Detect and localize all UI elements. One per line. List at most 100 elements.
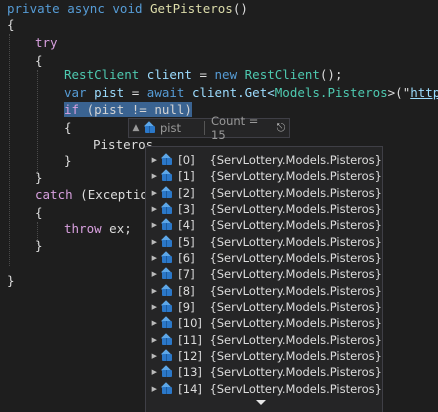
object-cube-icon — [160, 202, 172, 216]
datatip-row[interactable]: ▶ [6] {ServLottery.Models.Pisteros} — [146, 250, 382, 266]
chevron-right-icon[interactable]: ▶ — [149, 283, 160, 299]
brace: } — [7, 273, 15, 288]
item-index: [3] — [178, 201, 195, 216]
code-line-if: if (pist != null) — [64, 101, 192, 119]
code-line-open-brace-if: { — [64, 119, 72, 137]
object-cube-icon — [160, 169, 172, 183]
datatip-row[interactable]: ▶ [12] {ServLottery.Models.Pisteros} — [146, 348, 382, 364]
item-value: {ServLottery.Models.Pisteros} — [209, 201, 382, 216]
datatip-row[interactable]: ▶ [10] {ServLottery.Models.Pisteros} — [146, 315, 382, 331]
item-index: [0] — [178, 153, 195, 167]
catch-rest: (Exceptio — [72, 187, 148, 202]
object-cube-icon — [160, 316, 172, 330]
code-tail: (); — [319, 67, 343, 82]
code-line-open-brace: { — [7, 16, 15, 34]
object-cube-icon — [160, 234, 172, 249]
datatip-row[interactable]: ▶ [5] {ServLottery.Models.Pisteros} — [146, 234, 382, 250]
item-value: {ServLottery.Models.Pisteros} — [209, 185, 382, 200]
url-string[interactable]: https: — [410, 85, 438, 100]
item-index: [9] — [178, 299, 195, 314]
chevron-right-icon[interactable]: ▶ — [149, 266, 160, 282]
chevron-right-icon[interactable]: ▶ — [149, 152, 160, 168]
chevron-right-icon[interactable]: ▶ — [149, 299, 160, 315]
datatip-row[interactable]: ▶ [0] {ServLottery.Models.Pisteros} — [146, 152, 382, 168]
generic-type: Models.Pisteros — [274, 85, 388, 100]
if-condition[interactable]: (pist != null) — [79, 102, 192, 117]
throw-rest: ex; — [101, 221, 132, 236]
chevron-right-icon[interactable]: ▶ — [149, 315, 160, 331]
item-index: [12] — [178, 348, 202, 363]
item-value: {ServLottery.Models.Pisteros} — [209, 234, 382, 249]
keyword-catch: catch — [35, 187, 73, 202]
datatip-row[interactable]: ▶ [13] {ServLottery.Models.Pisteros} — [146, 364, 382, 380]
method-name: GetPisteros — [150, 1, 233, 16]
item-index: [13] — [178, 365, 202, 380]
chevron-right-icon[interactable]: ▶ — [149, 217, 160, 233]
keyword-var: var — [64, 85, 87, 100]
object-cube-icon — [160, 332, 172, 347]
object-cube-icon — [160, 365, 172, 379]
item-value: {ServLottery.Models.Pisteros} — [209, 365, 382, 380]
method-parens: () — [232, 1, 248, 16]
code-line-try: try — [35, 34, 58, 52]
pin-icon[interactable]: ⎋ — [273, 121, 289, 135]
code-line-open-brace-catch: { — [35, 204, 43, 222]
object-cube-icon — [160, 267, 172, 281]
client-get-call: client.Get< — [191, 85, 275, 100]
chevron-right-icon[interactable]: ▶ — [149, 185, 160, 201]
chevron-right-icon[interactable]: ▶ — [149, 234, 160, 250]
expand-toggle-icon[interactable]: ▲ — [129, 123, 143, 133]
item-index: [5] — [178, 234, 195, 249]
brace: { — [35, 53, 43, 68]
brace: { — [7, 17, 15, 32]
chevron-right-icon[interactable]: ▶ — [149, 348, 160, 364]
keyword-if: if — [64, 102, 80, 117]
keyword-void: void — [112, 1, 143, 16]
code-line-restclient: RestClient client = new RestClient(); — [64, 66, 342, 84]
code-line-throw: throw ex; — [64, 220, 132, 238]
chevron-right-icon[interactable]: ▶ — [149, 201, 160, 217]
variable-pist[interactable]: pist — [94, 85, 124, 100]
item-index: [4] — [178, 218, 195, 233]
item-index: [10] — [178, 316, 202, 331]
datatip-row[interactable]: ▶ [4] {ServLottery.Models.Pisteros} — [146, 217, 382, 233]
chevron-right-icon[interactable]: ▶ — [149, 364, 160, 380]
datatip-row[interactable]: ▶ [1] {ServLottery.Models.Pisteros} — [146, 168, 382, 184]
keyword-throw: throw — [64, 221, 102, 236]
item-index: [14] — [178, 381, 202, 396]
datatip-items-list[interactable]: ▶ [0] {ServLottery.Models.Pisteros} ▶ [1] {Se… — [145, 146, 383, 412]
separator — [204, 121, 205, 135]
object-cube-icon — [160, 251, 172, 265]
brace: { — [64, 120, 72, 135]
item-index: [2] — [178, 185, 195, 200]
item-value: {ServLottery.Models.Pisteros} — [209, 250, 382, 265]
datatip-row[interactable]: ▶ [7] {ServLottery.Models.Pisteros} — [146, 266, 382, 282]
chevron-right-icon[interactable]: ▶ — [149, 250, 160, 266]
type-restclient: RestClient — [64, 67, 140, 82]
scroll-down-arrow-icon[interactable] — [256, 400, 266, 405]
chevron-right-icon[interactable]: ▶ — [149, 168, 160, 184]
datatip-row[interactable]: ▶ [3] {ServLottery.Models.Pisteros} — [146, 201, 382, 217]
object-cube-icon — [143, 121, 157, 135]
datatip-row[interactable]: ▶ [11] {ServLottery.Models.Pisteros} — [146, 332, 382, 348]
brace: } — [35, 170, 43, 185]
indent-guide — [37, 70, 38, 176]
brace: } — [35, 238, 43, 253]
item-index: [1] — [178, 169, 195, 184]
code-line-await: var pist = await client.Get<Models.Piste… — [64, 84, 438, 102]
object-cube-icon — [160, 153, 172, 167]
datatip-row[interactable]: ▶ [8] {ServLottery.Models.Pisteros} — [146, 283, 382, 299]
object-cube-icon — [160, 283, 172, 298]
chevron-right-icon[interactable]: ▶ — [149, 381, 160, 397]
keyword-private: private — [7, 1, 60, 16]
datatip-row[interactable]: ▶ [9] {ServLottery.Models.Pisteros} — [146, 299, 382, 315]
item-value: {ServLottery.Models.Pisteros} — [209, 218, 382, 233]
datatip-header[interactable]: ▲ pist Count = 15 ⎋ — [128, 114, 290, 142]
keyword-try: try — [35, 35, 58, 50]
chevron-right-icon[interactable]: ▶ — [149, 332, 160, 348]
item-value: {ServLottery.Models.Pisteros} — [209, 332, 382, 347]
object-cube-icon — [160, 349, 172, 363]
datatip-row[interactable]: ▶ [2] {ServLottery.Models.Pisteros} — [146, 185, 382, 201]
datatip-row[interactable]: ▶ [14] {ServLottery.Models.Pisteros} — [146, 381, 382, 397]
code-mid: >(" — [387, 85, 411, 100]
